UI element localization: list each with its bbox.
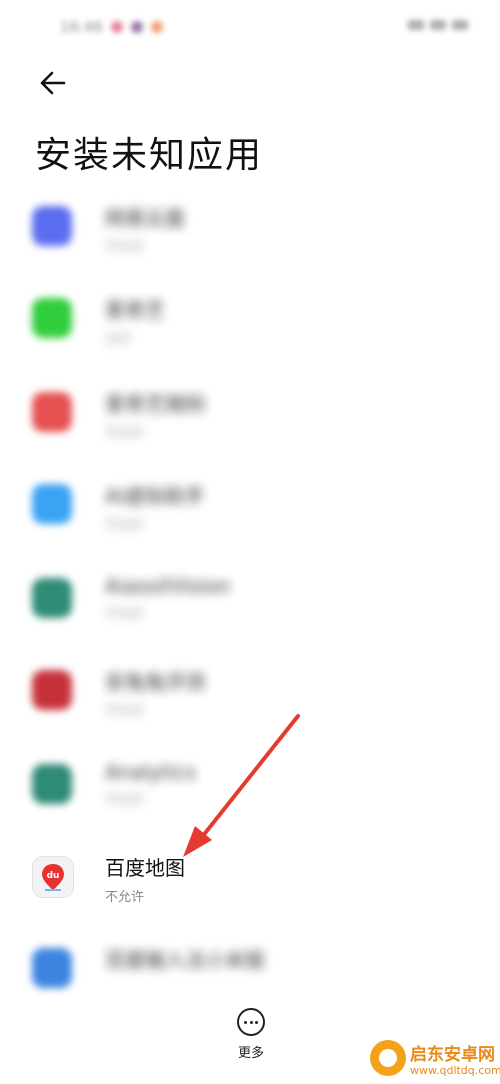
baidu-map-icon: du: [32, 856, 74, 898]
vision-icon: [32, 578, 72, 618]
more-button[interactable]: 更多: [226, 1008, 276, 1064]
app-name: 百度地图: [105, 856, 185, 880]
house-icon: [32, 392, 72, 432]
antutu-icon: [32, 670, 72, 710]
app-text: AiassitVision 不允许: [105, 574, 230, 622]
app-name: Analytics: [105, 760, 196, 784]
arrow-left-icon: [40, 71, 66, 95]
watermark-logo-icon: [370, 1040, 406, 1076]
app-text: AI虚拟助手不允许: [105, 480, 205, 533]
app-status: 不允许: [105, 518, 145, 533]
notification-icon: [111, 21, 124, 33]
watermark-url: www.qdltdq.com: [410, 1064, 500, 1077]
status-left: 16:46: [60, 18, 164, 36]
iqiyi-icon: [32, 298, 72, 338]
app-text: 百度地图 不允许: [105, 852, 185, 905]
status-time: 16:46: [60, 18, 104, 36]
app-status: 不允许: [105, 890, 145, 905]
app-status: 不允许: [105, 426, 145, 441]
notification-icon: [131, 21, 144, 33]
assistant-icon: [32, 484, 72, 524]
status-bar: 16:46: [0, 0, 500, 60]
app-name: 百度输入法小米版: [105, 948, 265, 972]
app-status: 不允许: [105, 793, 145, 808]
app-text: 百度输入法小米版: [105, 944, 265, 978]
app-list-item[interactable]: 爱奇艺 允许: [0, 276, 500, 366]
watermark: 启东安卓网 www.qdltdq.com: [370, 1038, 500, 1082]
app-list-item[interactable]: AiassitVision 不允许: [0, 556, 500, 646]
app-name: 网易云盘: [105, 206, 185, 230]
app-text: 安兔兔评测 不允许: [105, 666, 205, 719]
app-name: 爱奇艺随刻: [105, 392, 205, 416]
page-title: 安装未知应用: [35, 135, 264, 176]
battery-icon: [452, 20, 468, 30]
app-status: 允许: [105, 332, 132, 347]
app-text: 网易云盘 不允许: [105, 202, 185, 255]
svg-text:du: du: [47, 871, 60, 881]
app-name: 爱奇艺: [105, 298, 165, 322]
analytics-icon: [32, 764, 72, 804]
signal-icon: [408, 20, 424, 30]
app-list-item[interactable]: 百度输入法小米版: [0, 926, 500, 1016]
app-text: 爱奇艺 允许: [105, 294, 165, 347]
back-button[interactable]: [34, 66, 74, 100]
app-status: 不允许: [105, 607, 145, 622]
status-right: [408, 20, 468, 30]
more-dots-icon: [237, 1008, 265, 1036]
app-list-item[interactable]: Analytics 不允许: [0, 742, 500, 832]
cloud-drive-icon: [32, 206, 72, 246]
app-name: 安兔兔评测: [105, 670, 205, 694]
app-list-item[interactable]: 安兔兔评测 不允许: [0, 648, 500, 738]
app-list-item[interactable]: 爱奇艺随刻 不允许: [0, 370, 500, 460]
app-list-item[interactable]: du 百度地图不允许: [0, 834, 500, 924]
app-name: AI虚拟助手: [105, 484, 205, 508]
notification-icon: [151, 21, 164, 33]
app-text: Analytics 不允许: [105, 760, 196, 808]
app-list-item[interactable]: AI虚拟助手不允许: [0, 462, 500, 552]
app-status: 不允许: [105, 704, 145, 719]
app-list-item[interactable]: 网易云盘 不允许: [0, 184, 500, 274]
app-name: AiassitVision: [105, 574, 231, 598]
more-label: 更多: [237, 1046, 264, 1061]
app-status: 不允许: [105, 240, 145, 255]
baidu-input-icon: [32, 948, 72, 988]
watermark-name: 启东安卓网: [410, 1045, 495, 1065]
app-text: 爱奇艺随刻 不允许: [105, 388, 205, 441]
wifi-icon: [430, 20, 446, 30]
